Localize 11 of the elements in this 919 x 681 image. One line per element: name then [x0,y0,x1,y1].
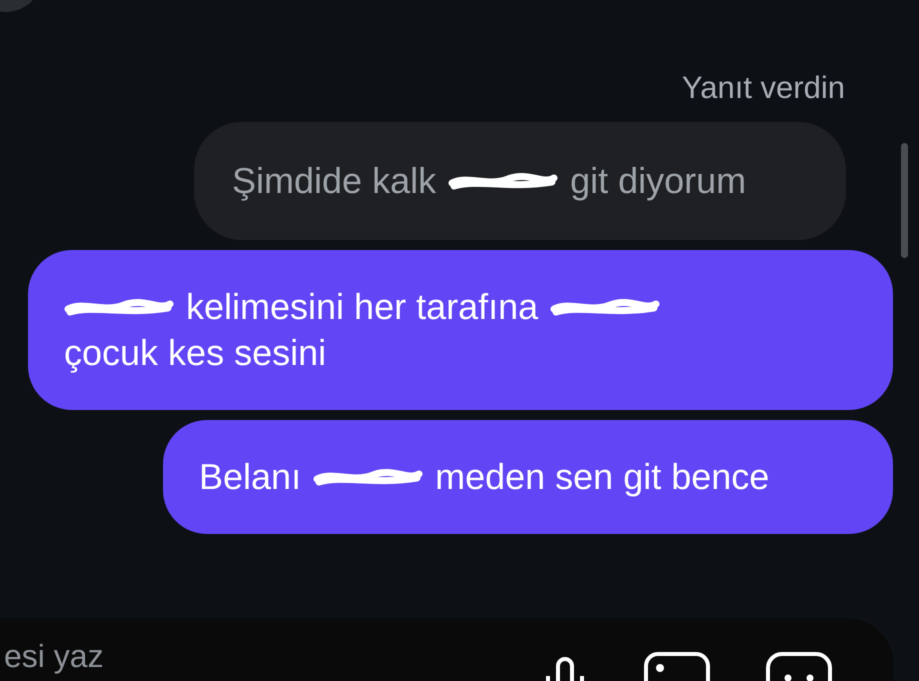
image-icon[interactable] [644,652,710,681]
message-text: Şimdide kalk [232,160,436,202]
message-text: meden sen git bence [435,456,770,498]
reply-label: Yanıt verdin [682,69,845,107]
sticker-icon[interactable] [766,652,832,681]
message-text: Belanı [199,456,302,498]
composer-placeholder: esi yaz [4,638,104,674]
message-composer[interactable]: esi yaz [0,618,894,681]
message-text: çocuk kes sesini [64,332,326,374]
message-text: kelimesini her tarafına [186,286,538,328]
message-text: git diyorum [570,160,746,202]
